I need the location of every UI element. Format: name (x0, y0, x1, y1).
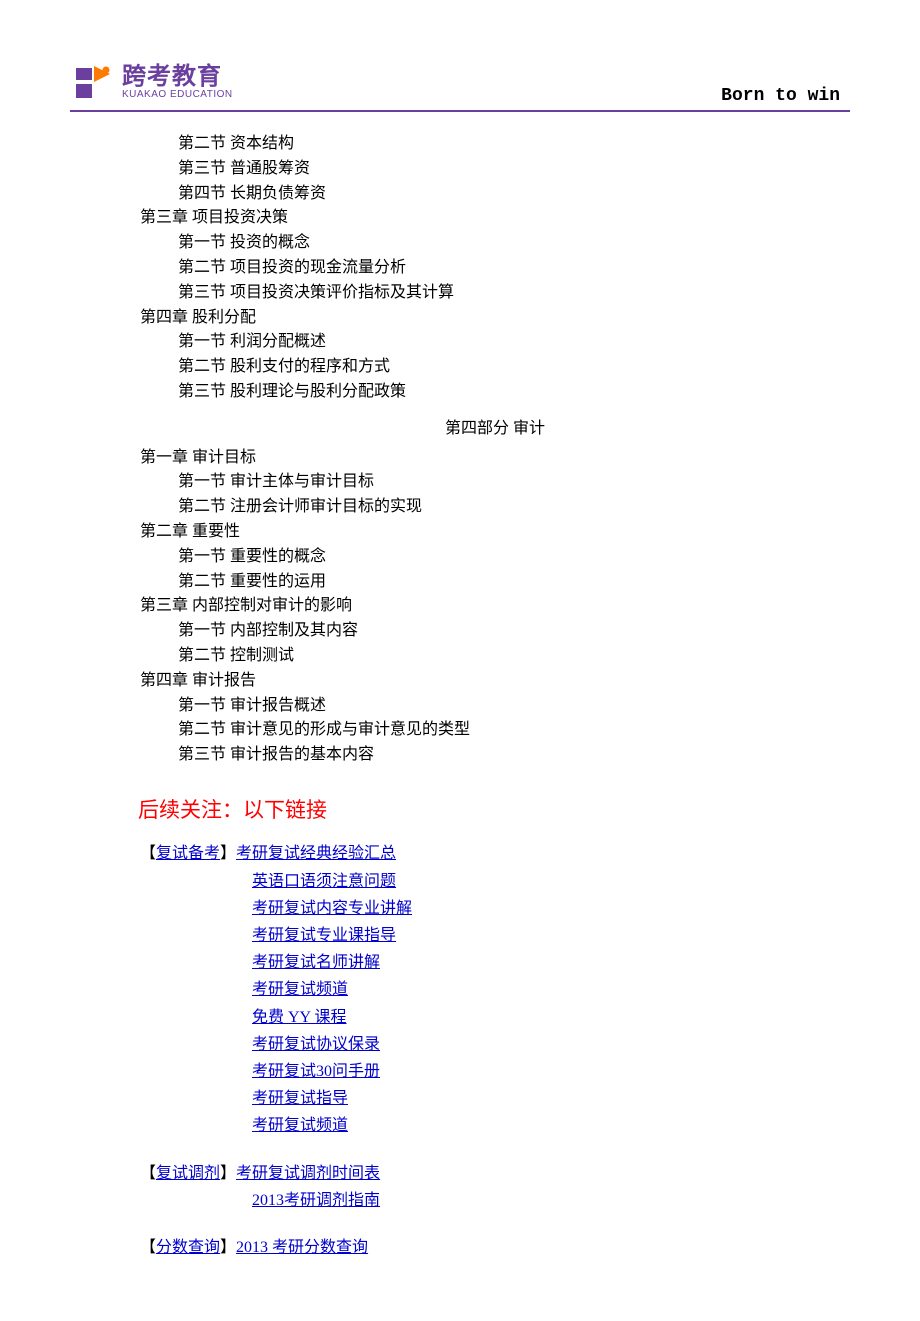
outline-item: 第四章 股利分配 (140, 306, 850, 331)
outline-item: 第二节 审计意见的形成与审计意见的类型 (178, 718, 850, 743)
outline-item: 第二节 项目投资的现金流量分析 (178, 256, 850, 281)
outline-item: 第一章 审计目标 (140, 446, 850, 471)
text-link[interactable]: 考研复试指导 (252, 1090, 348, 1107)
followup-heading: 后续关注：以下链接 (138, 794, 850, 827)
logo-text-cn: 跨考教育 (122, 65, 233, 89)
page-header: 跨考教育 KUAKAO EDUCATION Born to win (70, 60, 850, 112)
bracket: 【 (140, 1165, 156, 1182)
bracket: 【 (140, 1239, 156, 1256)
outline-item: 第四章 审计报告 (140, 669, 850, 694)
slogan: Born to win (721, 86, 850, 106)
outline-item: 第二节 资本结构 (178, 132, 850, 157)
text-link[interactable]: 英语口语须注意问题 (252, 873, 396, 890)
outline-item: 第一节 利润分配概述 (178, 330, 850, 355)
outline-item: 第三节 项目投资决策评价指标及其计算 (178, 281, 850, 306)
text-link[interactable]: 考研复试频道 (252, 1117, 348, 1134)
links-group: 【复试备考】考研复试经典经验汇总 英语口语须注意问题 考研复试内容专业讲解 考研… (140, 840, 850, 1139)
bracket: 】 (220, 1165, 236, 1182)
text-link[interactable]: 考研复试专业课指导 (252, 927, 396, 944)
text-link[interactable]: 考研复试调剂时间表 (236, 1165, 380, 1182)
text-link[interactable]: 考研复试名师讲解 (252, 954, 380, 971)
links-group: 【复试调剂】考研复试调剂时间表 2013考研调剂指南 (140, 1160, 850, 1214)
logo: 跨考教育 KUAKAO EDUCATION (70, 60, 233, 106)
outline-item: 第三节 审计报告的基本内容 (178, 743, 850, 768)
content: 第二节 资本结构 第三节 普通股筹资 第四节 长期负债筹资 第三章 项目投资决策… (70, 132, 850, 1261)
outline-item: 第三章 项目投资决策 (140, 206, 850, 231)
outline-item: 第二章 重要性 (140, 520, 850, 545)
text-link[interactable]: 考研复试经典经验汇总 (236, 845, 396, 862)
text-link[interactable]: 考研复试内容专业讲解 (252, 900, 412, 917)
category-link[interactable]: 复试调剂 (156, 1165, 220, 1182)
outline-item: 第二节 注册会计师审计目标的实现 (178, 495, 850, 520)
category-link[interactable]: 复试备考 (156, 845, 220, 862)
text-link[interactable]: 免费 YY 课程 (252, 1009, 347, 1026)
logo-icon (70, 60, 116, 106)
outline-item: 第三节 股利理论与股利分配政策 (178, 380, 850, 405)
bracket: 】 (220, 1239, 236, 1256)
outline-item: 第三节 普通股筹资 (178, 157, 850, 182)
bracket: 【 (140, 845, 156, 862)
outline-item: 第一节 审计报告概述 (178, 694, 850, 719)
text-link[interactable]: 2013考研调剂指南 (252, 1192, 380, 1209)
category-link[interactable]: 分数查询 (156, 1239, 220, 1256)
outline-item: 第四节 长期负债筹资 (178, 182, 850, 207)
logo-text-en: KUAKAO EDUCATION (122, 89, 233, 101)
outline-item: 第一节 审计主体与审计目标 (178, 470, 850, 495)
outline-item: 第二节 股利支付的程序和方式 (178, 355, 850, 380)
outline-item: 第二节 控制测试 (178, 644, 850, 669)
text-link[interactable]: 考研复试协议保录 (252, 1036, 380, 1053)
bracket: 】 (220, 845, 236, 862)
text-link[interactable]: 2013 考研分数查询 (236, 1239, 368, 1256)
outline-item: 第二节 重要性的运用 (178, 570, 850, 595)
part4-title: 第四部分 审计 (140, 417, 850, 442)
outline-item: 第三章 内部控制对审计的影响 (140, 594, 850, 619)
outline-item: 第一节 重要性的概念 (178, 545, 850, 570)
outline-item: 第一节 投资的概念 (178, 231, 850, 256)
text-link[interactable]: 考研复试30问手册 (252, 1063, 380, 1080)
text-link[interactable]: 考研复试频道 (252, 981, 348, 998)
links-group: 【分数查询】2013 考研分数查询 (140, 1234, 850, 1261)
outline-item: 第一节 内部控制及其内容 (178, 619, 850, 644)
